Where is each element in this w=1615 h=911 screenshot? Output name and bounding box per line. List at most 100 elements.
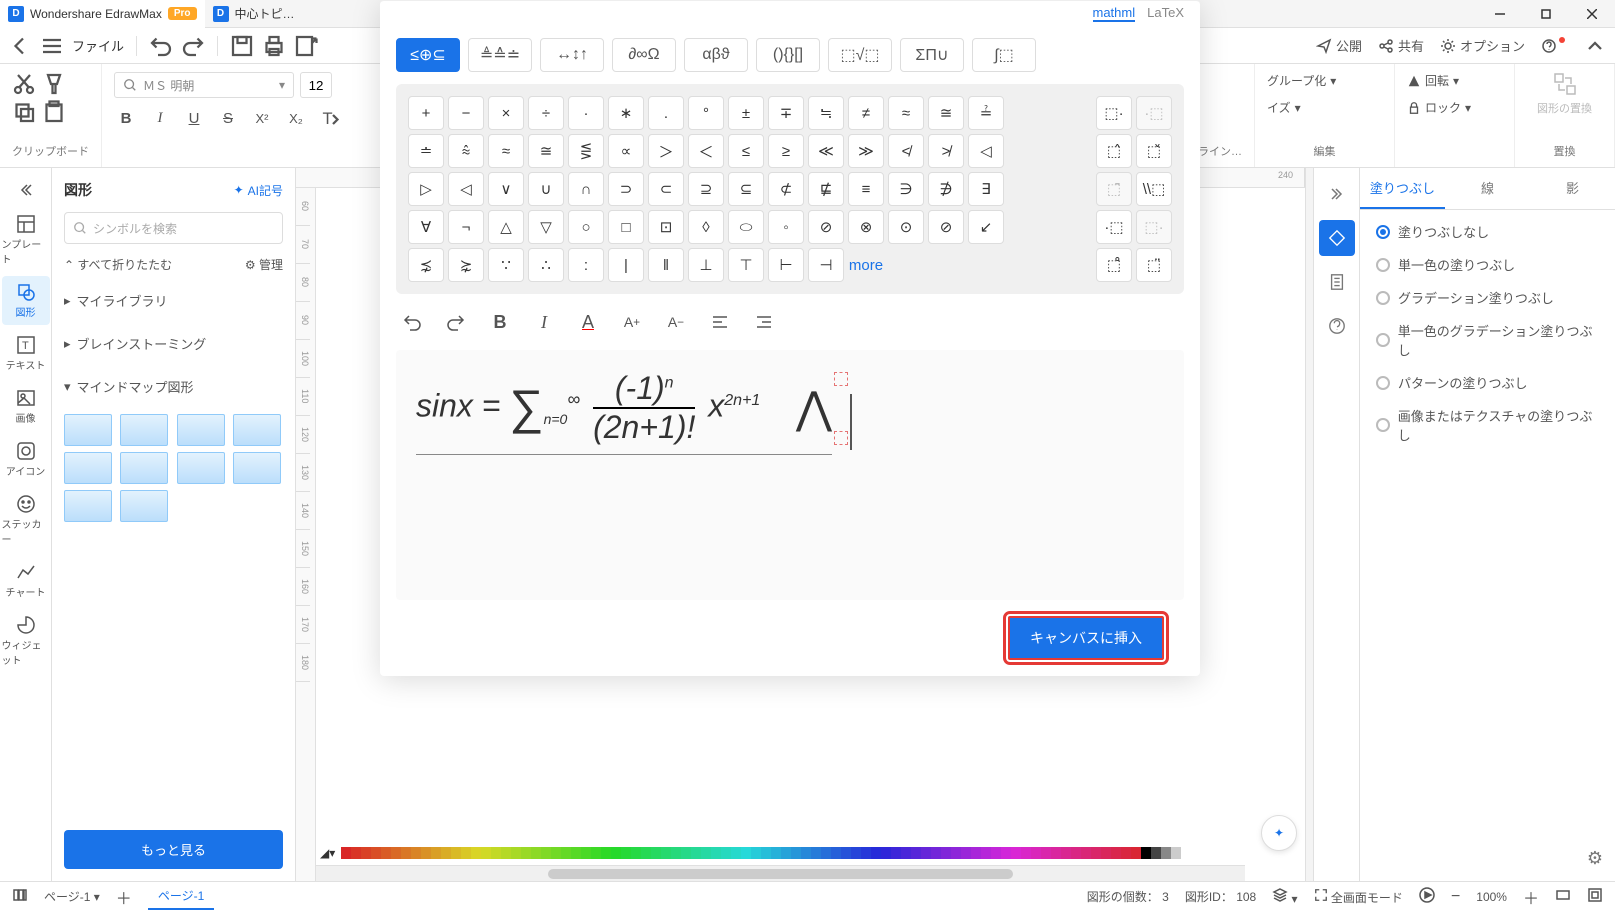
symbol-button[interactable]: ≤ (728, 134, 764, 168)
symbol-button[interactable]: ∪ (528, 172, 564, 206)
tree-mindmap[interactable]: ▾ マインドマップ図形 (64, 371, 283, 402)
color-swatch[interactable] (961, 847, 971, 859)
template-symbol-button[interactable]: ·⬚ (1136, 96, 1172, 130)
symbol-button[interactable]: ⊘ (928, 210, 964, 244)
color-swatch[interactable] (1151, 847, 1161, 859)
symbol-button[interactable]: ≐ (408, 134, 444, 168)
formula-align-right-button[interactable] (752, 310, 776, 334)
color-swatch[interactable] (841, 847, 851, 859)
category-button[interactable]: ≜≙≐ (468, 38, 532, 72)
symbol-button[interactable]: × (488, 96, 524, 130)
category-button[interactable]: ≤⊕⊆ (396, 38, 460, 72)
category-button[interactable]: (){}[] (756, 38, 820, 72)
symbol-button[interactable]: ≈ (888, 96, 924, 130)
formula-color-button[interactable]: A (576, 310, 600, 334)
rail-shape[interactable]: 図形 (2, 276, 50, 325)
symbol-button[interactable]: ≠ (848, 96, 884, 130)
color-swatch[interactable] (701, 847, 711, 859)
symbol-button[interactable]: ⋩ (448, 248, 484, 282)
font-select[interactable]: ＭＳ 明朝▾ (114, 72, 294, 98)
bold-button[interactable]: B (114, 106, 138, 130)
symbol-button[interactable]: ⊡ (648, 210, 684, 244)
color-swatch[interactable] (631, 847, 641, 859)
symbol-button[interactable]: ∌ (928, 172, 964, 206)
expand-right-button[interactable] (1319, 176, 1355, 212)
template-symbol-button[interactable]: \\⬚ (1136, 172, 1172, 206)
format-painter-button[interactable] (42, 72, 66, 96)
symbol-button[interactable]: ⊙ (888, 210, 924, 244)
add-page-button[interactable]: ＋ (116, 885, 132, 909)
shape-thumbnail[interactable] (120, 490, 168, 522)
symbol-button[interactable]: △ (488, 210, 524, 244)
symbol-button[interactable]: + (408, 96, 444, 130)
category-button[interactable]: αβϑ (684, 38, 748, 72)
shape-thumbnail[interactable] (233, 414, 281, 446)
color-swatch[interactable] (491, 847, 501, 859)
color-swatch[interactable] (1111, 847, 1121, 859)
symbol-button[interactable]: ≅ (528, 134, 564, 168)
symbol-button[interactable]: ◁ (968, 134, 1004, 168)
symbol-button[interactable]: ∩ (568, 172, 604, 206)
symbol-search-input[interactable]: シンボルを検索 (64, 212, 283, 244)
app-tab[interactable]: D Wondershare EdrawMax Pro (0, 0, 205, 28)
color-swatch[interactable] (611, 847, 621, 859)
color-swatch[interactable] (431, 847, 441, 859)
symbol-button[interactable]: ◊ (688, 210, 724, 244)
symbol-button[interactable]: ∨ (488, 172, 524, 206)
symbol-button[interactable]: ÷ (528, 96, 564, 130)
category-button[interactable]: ⬚√⬚ (828, 38, 892, 72)
symbol-button[interactable]: ≥ (768, 134, 804, 168)
color-swatch[interactable] (441, 847, 451, 859)
options-button[interactable]: オプション (1440, 36, 1525, 55)
symbol-button[interactable]: ◁ (448, 172, 484, 206)
symbol-button[interactable]: ± (728, 96, 764, 130)
color-swatch[interactable] (921, 847, 931, 859)
symbol-button[interactable]: ≯ (928, 134, 964, 168)
italic-button[interactable]: I (148, 106, 172, 130)
symbol-button[interactable]: ∀ (408, 210, 444, 244)
symbol-button[interactable]: ⋢ (808, 172, 844, 206)
symbol-button[interactable]: ◦ (768, 210, 804, 244)
color-swatch[interactable] (661, 847, 671, 859)
color-swatch[interactable] (511, 847, 521, 859)
shape-thumbnail[interactable] (120, 414, 168, 446)
color-swatch[interactable] (881, 847, 891, 859)
color-swatch[interactable] (971, 847, 981, 859)
lock-dropdown[interactable]: ロック ▾ (1407, 99, 1471, 116)
symbol-button[interactable]: ⬭ (728, 210, 764, 244)
symbol-button[interactable]: ⊂ (648, 172, 684, 206)
color-swatch[interactable] (821, 847, 831, 859)
symbol-button[interactable]: − (448, 96, 484, 130)
replace-shape-label[interactable]: 図形の置換 (1537, 100, 1592, 116)
color-swatch[interactable] (1181, 847, 1191, 859)
fill-solid-radio[interactable]: 単一色の塗りつぶし (1376, 255, 1599, 274)
pages-icon[interactable] (12, 887, 28, 906)
minimize-button[interactable] (1477, 0, 1523, 28)
color-swatch[interactable] (591, 847, 601, 859)
color-swatch[interactable] (1031, 847, 1041, 859)
color-swatch[interactable] (1101, 847, 1111, 859)
rail-template[interactable]: ンプレート (2, 208, 50, 272)
symbol-button[interactable]: ⊆ (728, 172, 764, 206)
help-tab-button[interactable] (1319, 308, 1355, 344)
color-swatch[interactable] (581, 847, 591, 859)
symbol-button[interactable]: ⊗ (848, 210, 884, 244)
fill-picker-icon[interactable]: ◢▾ (320, 846, 335, 860)
color-swatch[interactable] (861, 847, 871, 859)
symbol-button[interactable]: ≅ (928, 96, 964, 130)
symbol-button[interactable]: ⊥ (688, 248, 724, 282)
rail-chart[interactable]: チャート (2, 556, 50, 605)
manage-button[interactable]: ⚙ 管理 (245, 256, 283, 273)
color-swatch[interactable] (751, 847, 761, 859)
symbol-button[interactable]: ＜ (688, 134, 724, 168)
symbol-button[interactable]: ∝ (608, 134, 644, 168)
symbol-button[interactable]: ▽ (528, 210, 564, 244)
color-swatch[interactable] (931, 847, 941, 859)
color-swatch[interactable] (621, 847, 631, 859)
color-swatch[interactable] (811, 847, 821, 859)
symbol-button[interactable]: ▷ (408, 172, 444, 206)
color-swatch[interactable] (371, 847, 381, 859)
symbol-button[interactable]: ° (688, 96, 724, 130)
symbol-button[interactable]: . (648, 96, 684, 130)
insert-to-canvas-button[interactable]: キャンバスに挿入 (1008, 616, 1164, 660)
